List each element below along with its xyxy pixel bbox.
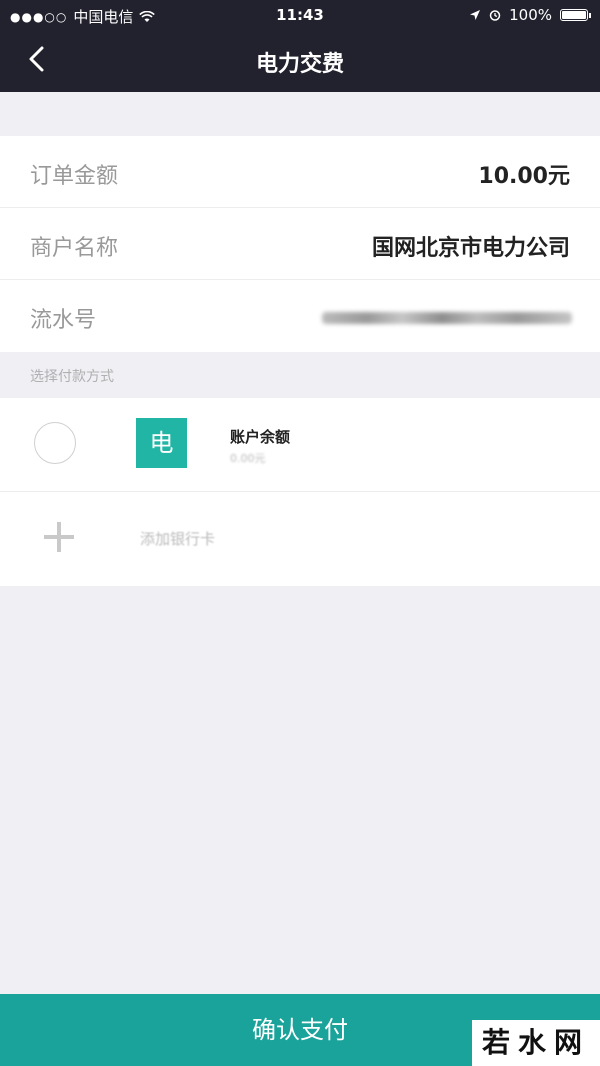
merchant-value: 国网北京市电力公司: [371, 236, 570, 261]
battery-percent: 100%: [509, 6, 552, 24]
status-right: 100%: [469, 6, 591, 24]
order-amount-row: 订单金额 10.00元: [0, 136, 600, 208]
order-info-card: 订单金额 10.00元 商户名称 国网北京市电力公司 流水号: [0, 136, 600, 352]
merchant-row: 商户名称 国网北京市电力公司: [0, 208, 600, 280]
navigation-bar: 电力交费: [0, 30, 600, 92]
payment-method-title: 账户余额: [230, 428, 291, 446]
plus-icon: [44, 522, 74, 552]
serial-number-redacted: [322, 312, 572, 324]
page-title: 电力交费: [255, 52, 344, 77]
watermark-logo: 若水网: [472, 1020, 600, 1066]
order-amount-value: 10.00元: [478, 164, 570, 189]
order-amount-label: 订单金额: [30, 164, 119, 189]
payment-methods-list: 电 账户余额 0.00元 添加银行卡: [0, 398, 600, 586]
payment-method-balance-value: 0.00元: [230, 452, 266, 465]
status-bar: ●●●○○ 中国电信 11:43 100%: [0, 0, 600, 30]
electricity-icon: 电: [136, 418, 187, 468]
payment-method-balance[interactable]: 电 账户余额 0.00元: [0, 398, 600, 492]
serial-row: 流水号: [0, 280, 600, 352]
battery-icon: [560, 9, 591, 21]
add-bank-card-label[interactable]: 添加银行卡: [140, 528, 215, 549]
serial-label: 流水号: [30, 308, 97, 333]
add-bank-card-row[interactable]: 添加银行卡: [0, 492, 600, 586]
radio-button[interactable]: [34, 422, 76, 464]
merchant-label: 商户名称: [30, 236, 119, 261]
payment-section-label: 选择付款方式: [30, 369, 114, 385]
location-icon: [470, 10, 481, 20]
alarm-icon: [489, 10, 501, 21]
